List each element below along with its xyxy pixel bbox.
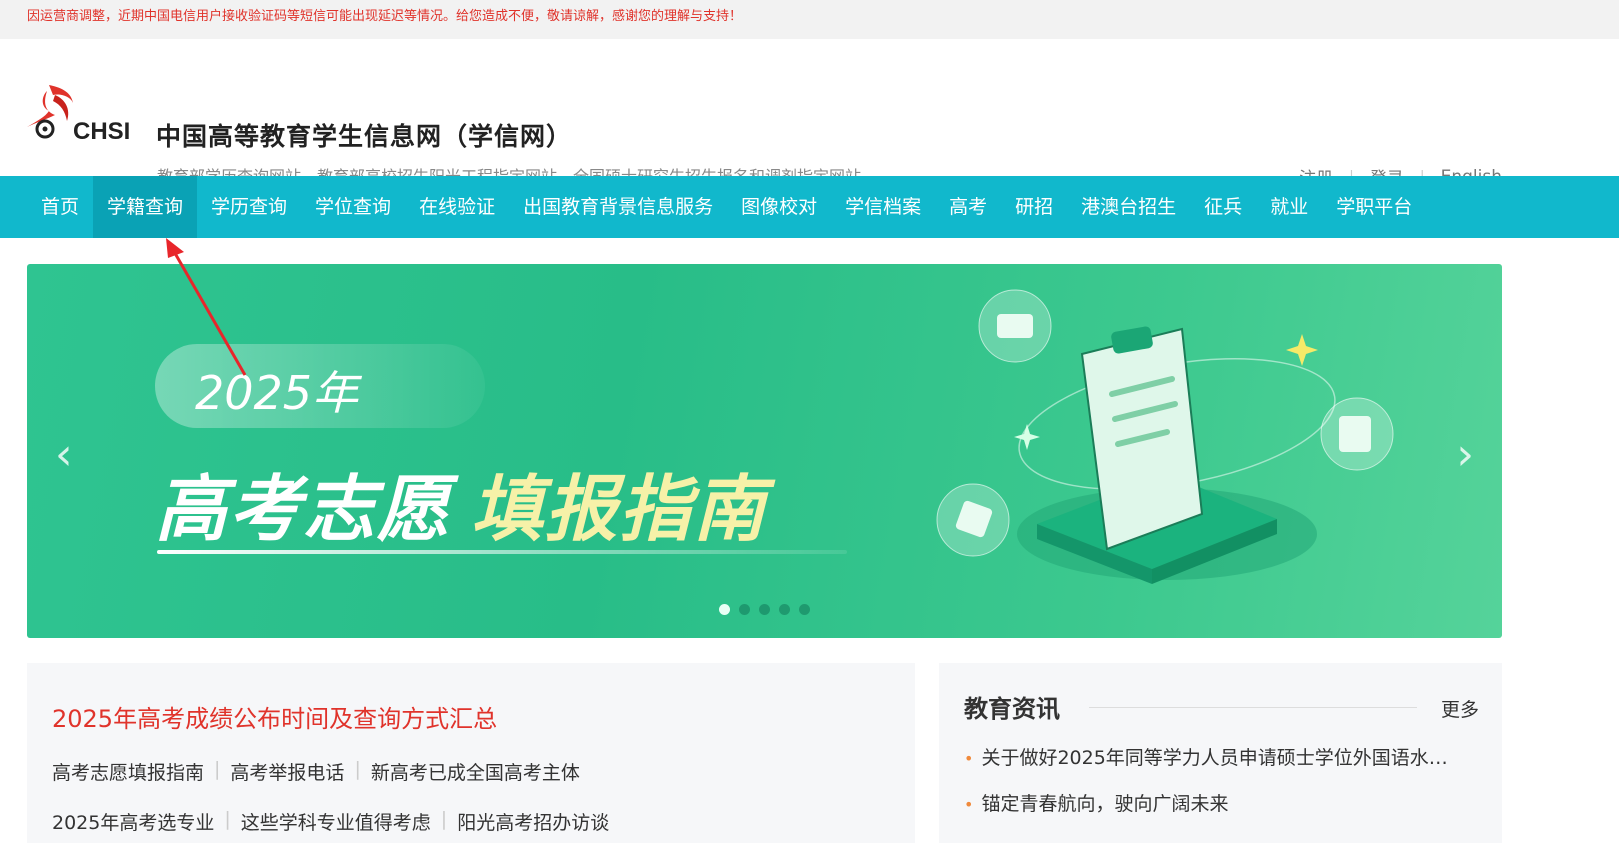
- nav-item-academic-degree[interactable]: 学位查询: [301, 176, 405, 238]
- carousel-dot[interactable]: [719, 604, 730, 615]
- nav-item-archive[interactable]: 学信档案: [831, 176, 935, 238]
- news-link[interactable]: 阳光高考招办访谈: [457, 808, 609, 835]
- news-link[interactable]: 这些学科专业值得考虑: [241, 808, 431, 835]
- nav-item-student-status[interactable]: 学籍查询: [93, 176, 198, 238]
- divider: |: [214, 758, 221, 780]
- bullet-icon: •: [964, 795, 974, 814]
- banner-year: 2025年: [195, 366, 359, 420]
- nav-item-online-verify[interactable]: 在线验证: [405, 176, 509, 238]
- hero-banner[interactable]: 2025年 高考志愿 填报指南 ‹ ›: [27, 264, 1502, 638]
- divider: [1089, 707, 1417, 708]
- nav-item-image-check[interactable]: 图像校对: [727, 176, 831, 238]
- divider: |: [224, 808, 231, 830]
- notice-bar: 因运营商调整，近期中国电信用户接收验证码等短信可能出现延迟等情况。给您造成不便，…: [0, 0, 1619, 39]
- bullet-icon: •: [964, 749, 974, 768]
- site-title: 中国高等教育学生信息网（学信网）: [156, 122, 573, 151]
- news-row: 高考志愿填报指南 | 高考举报电话 | 新高考已成全国高考主体: [52, 758, 580, 785]
- carousel-dot[interactable]: [779, 604, 790, 615]
- news-row: 2025年高考选专业 | 这些学科专业值得考虑 | 阳光高考招办访谈: [52, 808, 609, 835]
- headline-part-b: 填报指南: [471, 467, 768, 551]
- list-item[interactable]: • 关于做好2025年同等学力人员申请硕士学位外国语水…: [964, 743, 1472, 789]
- nav-item-degree-cert[interactable]: 学历查询: [197, 176, 301, 238]
- more-link[interactable]: 更多: [1441, 695, 1479, 722]
- nav-item-overseas-service[interactable]: 出国教育背景信息服务: [509, 176, 727, 238]
- education-news-panel: 教育资讯 更多 • 关于做好2025年同等学力人员申请硕士学位外国语水… • 锚定青…: [939, 663, 1502, 843]
- banner-headline: 高考志愿 填报指南: [155, 450, 767, 555]
- chevron-left-icon[interactable]: ‹: [55, 429, 73, 480]
- list-item[interactable]: • 锚定青春航向，驶向广阔未来: [964, 789, 1472, 835]
- news-item-text[interactable]: 关于做好2025年同等学力人员申请硕士学位外国语水…: [981, 743, 1447, 770]
- nav-item-grad-admission[interactable]: 研招: [1001, 176, 1067, 238]
- carousel-dot[interactable]: [799, 604, 810, 615]
- headline-part-a: 高考志愿: [155, 467, 452, 551]
- logo-text: CHSI: [73, 118, 130, 145]
- nav-item-home[interactable]: 首页: [27, 176, 93, 238]
- carousel-dot[interactable]: [739, 604, 750, 615]
- carousel-dot[interactable]: [759, 604, 770, 615]
- nav-item-gaokao[interactable]: 高考: [935, 176, 1001, 238]
- chevron-right-icon[interactable]: ›: [1456, 429, 1474, 480]
- divider: |: [354, 758, 361, 780]
- nav-item-career[interactable]: 学职平台: [1322, 176, 1426, 238]
- nav-item-employment[interactable]: 就业: [1256, 176, 1322, 238]
- clipboard-illustration: [936, 289, 1394, 584]
- panel-title: 教育资讯: [964, 695, 1060, 723]
- headline-news-panel: 2025年高考成绩公布时间及查询方式汇总 高考志愿填报指南 | 高考举报电话 |…: [27, 663, 915, 843]
- main-nav: 首页 学籍查询 学历查询 学位查询 在线验证 出国教育背景信息服务 图像校对 学…: [0, 176, 1619, 238]
- divider: |: [440, 808, 448, 830]
- news-link[interactable]: 新高考已成全国高考主体: [371, 758, 580, 785]
- news-link[interactable]: 高考举报电话: [230, 758, 344, 785]
- news-list: • 关于做好2025年同等学力人员申请硕士学位外国语水… • 锚定青春航向，驶向广阔…: [964, 743, 1472, 835]
- carousel-dots: [719, 604, 810, 615]
- nav-item-military[interactable]: 征兵: [1190, 176, 1256, 238]
- news-link[interactable]: 2025年高考选专业: [52, 808, 214, 835]
- news-link[interactable]: 高考志愿填报指南: [52, 758, 204, 785]
- headline-underline: [157, 550, 847, 554]
- main-news-link[interactable]: 2025年高考成绩公布时间及查询方式汇总: [52, 699, 497, 734]
- nav-item-hmt[interactable]: 港澳台招生: [1067, 176, 1190, 238]
- chsi-logo[interactable]: CHSI: [25, 81, 140, 151]
- news-item-text[interactable]: 锚定青春航向，驶向广阔未来: [981, 789, 1228, 816]
- nav-list: 首页 学籍查询 学历查询 学位查询 在线验证 出国教育背景信息服务 图像校对 学…: [0, 176, 1619, 238]
- header: CHSI 中国高等教育学生信息网（学信网） 教育部学历查询网站、教育部高校招生阳…: [0, 39, 1619, 189]
